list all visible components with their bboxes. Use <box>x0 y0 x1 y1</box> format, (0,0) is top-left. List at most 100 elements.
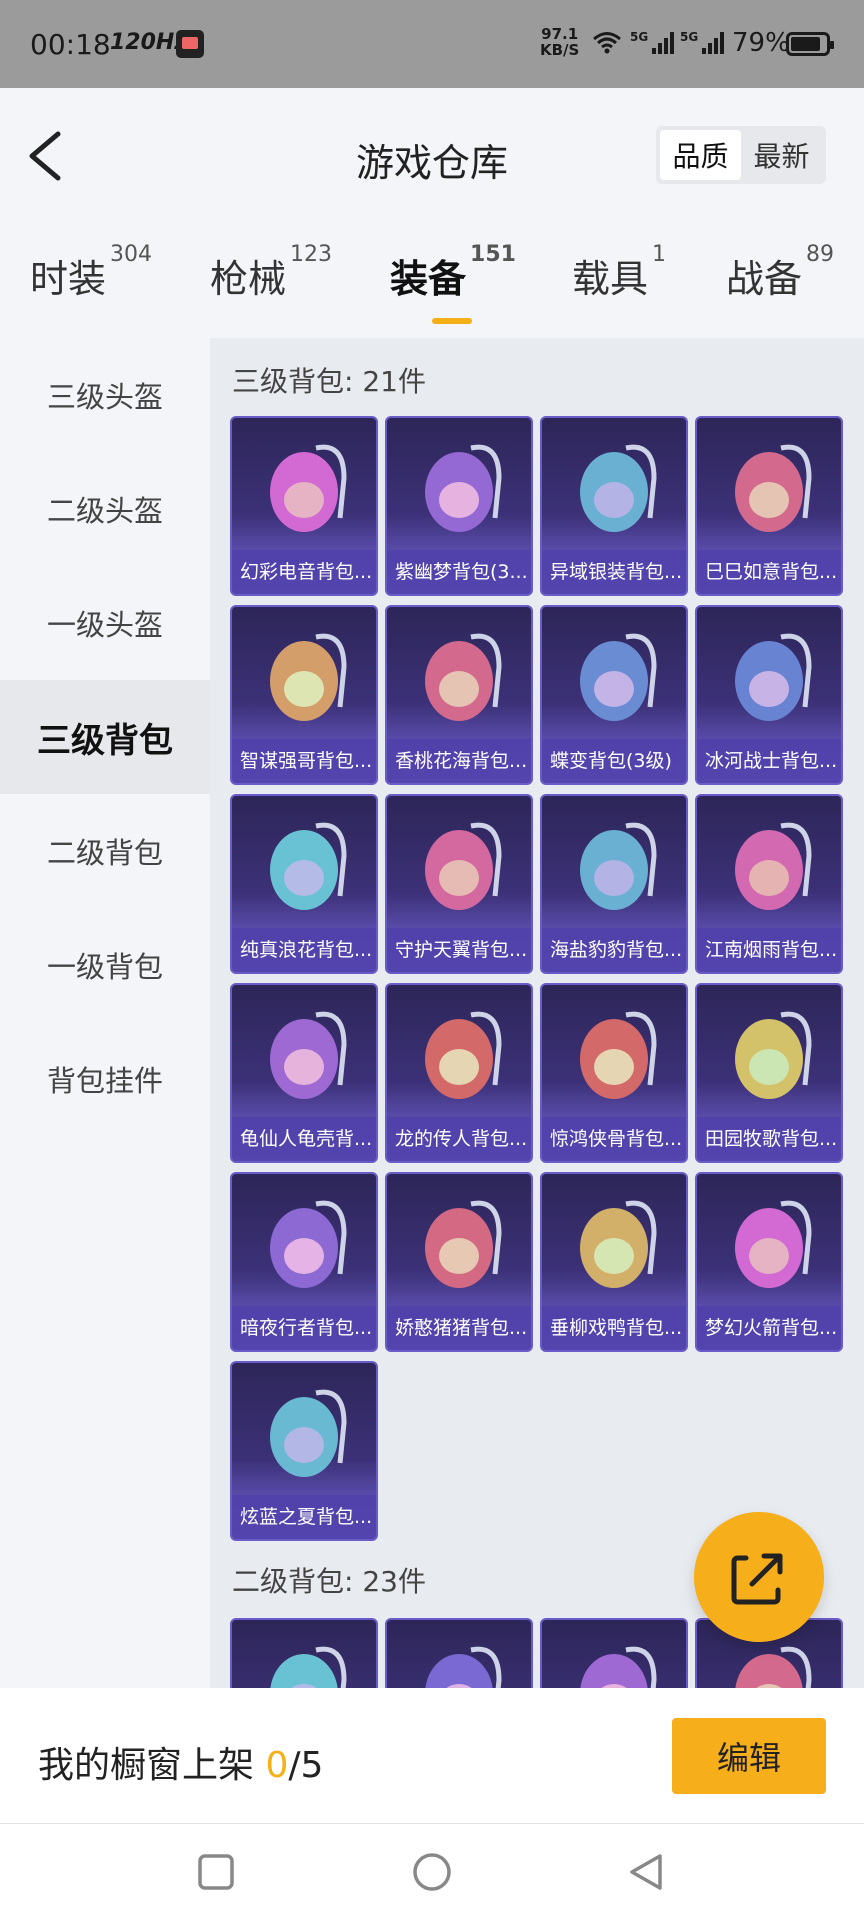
backpack-image <box>580 1646 657 1688</box>
backpack-image <box>270 444 347 532</box>
item-name: 冰河战士背包... <box>697 739 841 783</box>
backpack-item-card[interactable]: 梦幻火箭背包... <box>695 1172 843 1352</box>
item-name: 纯真浪花背包... <box>232 928 376 972</box>
item-name: 暗夜行者背包... <box>232 1306 376 1350</box>
signal-icon <box>652 32 674 54</box>
backpack-image <box>580 822 657 910</box>
page-header: 游戏仓库 品质 最新 时装304 枪械123 装备151 载具1 战备89 <box>0 88 864 338</box>
item-name: 海盐豹豹背包... <box>542 928 686 972</box>
item-name: 惊鸿侠骨背包... <box>542 1117 686 1161</box>
side-item-pendant[interactable]: 背包挂件 <box>0 1022 210 1136</box>
share-external-button[interactable] <box>694 1512 824 1642</box>
backpack-item-card[interactable]: 蝶变背包(3级) <box>540 605 688 785</box>
backpack-item-card[interactable]: 田园牧歌背包... <box>695 983 843 1163</box>
sort-by-newest[interactable]: 最新 <box>741 130 822 180</box>
side-item-helmet-1[interactable]: 一级头盔 <box>0 566 210 680</box>
item-name: 巳巳如意背包... <box>697 550 841 594</box>
backpack-image <box>270 1011 347 1099</box>
notification-app-icon <box>176 30 204 58</box>
signal-icon <box>702 32 724 54</box>
backpack-item-card[interactable]: 智谋强哥背包... <box>230 605 378 785</box>
tab-guns[interactable]: 枪械123 <box>210 242 332 303</box>
backpack-item-card[interactable]: 守护天翼背包... <box>385 794 533 974</box>
backpack-image <box>270 633 347 721</box>
backpack-item-card[interactable]: 异域银装背包... <box>540 416 688 596</box>
triangle-back-icon[interactable] <box>624 1850 668 1894</box>
backpack-item-card[interactable]: 纯真浪花背包... <box>230 794 378 974</box>
backpack-item-card[interactable]: 冰河战士背包... <box>695 605 843 785</box>
status-time: 00:18 <box>30 28 111 61</box>
backpack-image <box>425 1011 502 1099</box>
status-bar: 00:18 120Hz 97.1 KB/S 5G 5G 79% <box>0 0 864 88</box>
showcase-bar: 我的橱窗上架 0/5 编辑 <box>0 1688 864 1824</box>
item-name: 娇憨猪猪背包... <box>387 1306 531 1350</box>
active-tab-indicator <box>432 318 472 324</box>
item-list: 三级背包: 21件 幻彩电音背包... 紫幽梦背包(3... 异域银装背包... 巳巳… <box>210 338 864 1688</box>
backpack-image <box>580 1200 657 1288</box>
tab-gear[interactable]: 战备89 <box>726 242 834 303</box>
item-name: 龙的传人背包... <box>387 1117 531 1161</box>
category-tabs: 时装304 枪械123 装备151 载具1 战备89 <box>0 242 864 328</box>
side-item-backpack-3[interactable]: 三级背包 <box>0 680 210 794</box>
backpack-item-card[interactable]: 惊鸿侠骨背包... <box>540 983 688 1163</box>
side-nav: 三级头盔 二级头盔 一级头盔 三级背包 二级背包 一级背包 背包挂件 <box>0 338 210 1688</box>
item-name: 蝶变背包(3级) <box>542 739 686 783</box>
sort-by-quality[interactable]: 品质 <box>660 130 741 180</box>
side-item-backpack-1[interactable]: 一级背包 <box>0 908 210 1022</box>
backpack-item-card[interactable] <box>540 1618 688 1688</box>
backpack-image <box>425 633 502 721</box>
backpack-image <box>735 444 812 532</box>
tab-vehicles[interactable]: 载具1 <box>572 242 666 303</box>
side-item-backpack-2[interactable]: 二级背包 <box>0 794 210 908</box>
item-name: 垂柳戏鸭背包... <box>542 1306 686 1350</box>
backpack-item-card[interactable] <box>385 1618 533 1688</box>
sim2-label: 5G <box>680 30 699 44</box>
side-item-helmet-2[interactable]: 二级头盔 <box>0 452 210 566</box>
backpack-image <box>425 822 502 910</box>
backpack-image <box>270 822 347 910</box>
backpack-item-card[interactable]: 娇憨猪猪背包... <box>385 1172 533 1352</box>
edit-button[interactable]: 编辑 <box>672 1718 826 1794</box>
backpack-image <box>580 444 657 532</box>
backpack-item-card[interactable]: 幻彩电音背包... <box>230 416 378 596</box>
item-name: 梦幻火箭背包... <box>697 1306 841 1350</box>
backpack-image <box>270 1389 347 1477</box>
backpack-image <box>735 1200 812 1288</box>
side-item-helmet-3[interactable]: 三级头盔 <box>0 338 210 452</box>
tab-equipment[interactable]: 装备151 <box>390 242 516 303</box>
backpack-item-card[interactable]: 巳巳如意背包... <box>695 416 843 596</box>
circle-icon[interactable] <box>410 1850 454 1894</box>
item-name: 守护天翼背包... <box>387 928 531 972</box>
battery-icon <box>786 32 834 56</box>
item-name: 紫幽梦背包(3... <box>387 550 531 594</box>
section-title: 三级背包: 21件 <box>232 365 426 398</box>
section-title: 二级背包: 23件 <box>232 1565 426 1598</box>
item-name: 异域银装背包... <box>542 550 686 594</box>
backpack-item-card[interactable] <box>230 1618 378 1688</box>
backpack-item-card[interactable]: 垂柳戏鸭背包... <box>540 1172 688 1352</box>
backpack-item-card[interactable]: 龟仙人龟壳背... <box>230 983 378 1163</box>
backpack-item-card[interactable]: 炫蓝之夏背包... <box>230 1361 378 1541</box>
backpack-image <box>735 633 812 721</box>
sort-toggle: 品质 最新 <box>656 126 826 184</box>
backpack-item-card[interactable]: 海盐豹豹背包... <box>540 794 688 974</box>
backpack-item-card[interactable]: 龙的传人背包... <box>385 983 533 1163</box>
item-name: 田园牧歌背包... <box>697 1117 841 1161</box>
backpack-item-card[interactable]: 香桃花海背包... <box>385 605 533 785</box>
backpack-image <box>425 1646 502 1688</box>
backpack-image <box>580 633 657 721</box>
backpack-item-card[interactable]: 紫幽梦背包(3... <box>385 416 533 596</box>
square-icon[interactable] <box>194 1850 238 1894</box>
backpack-item-card[interactable]: 江南烟雨背包... <box>695 794 843 974</box>
battery-level: 79% <box>732 28 790 58</box>
tab-fashion[interactable]: 时装304 <box>30 242 152 303</box>
backpack-item-card[interactable]: 暗夜行者背包... <box>230 1172 378 1352</box>
item-name: 江南烟雨背包... <box>697 928 841 972</box>
backpack-image <box>270 1200 347 1288</box>
system-nav-bar <box>0 1824 864 1920</box>
item-name: 幻彩电音背包... <box>232 550 376 594</box>
sim1-label: 5G <box>630 30 649 44</box>
item-name: 龟仙人龟壳背... <box>232 1117 376 1161</box>
backpack-image <box>425 1200 502 1288</box>
backpack-image <box>580 1011 657 1099</box>
